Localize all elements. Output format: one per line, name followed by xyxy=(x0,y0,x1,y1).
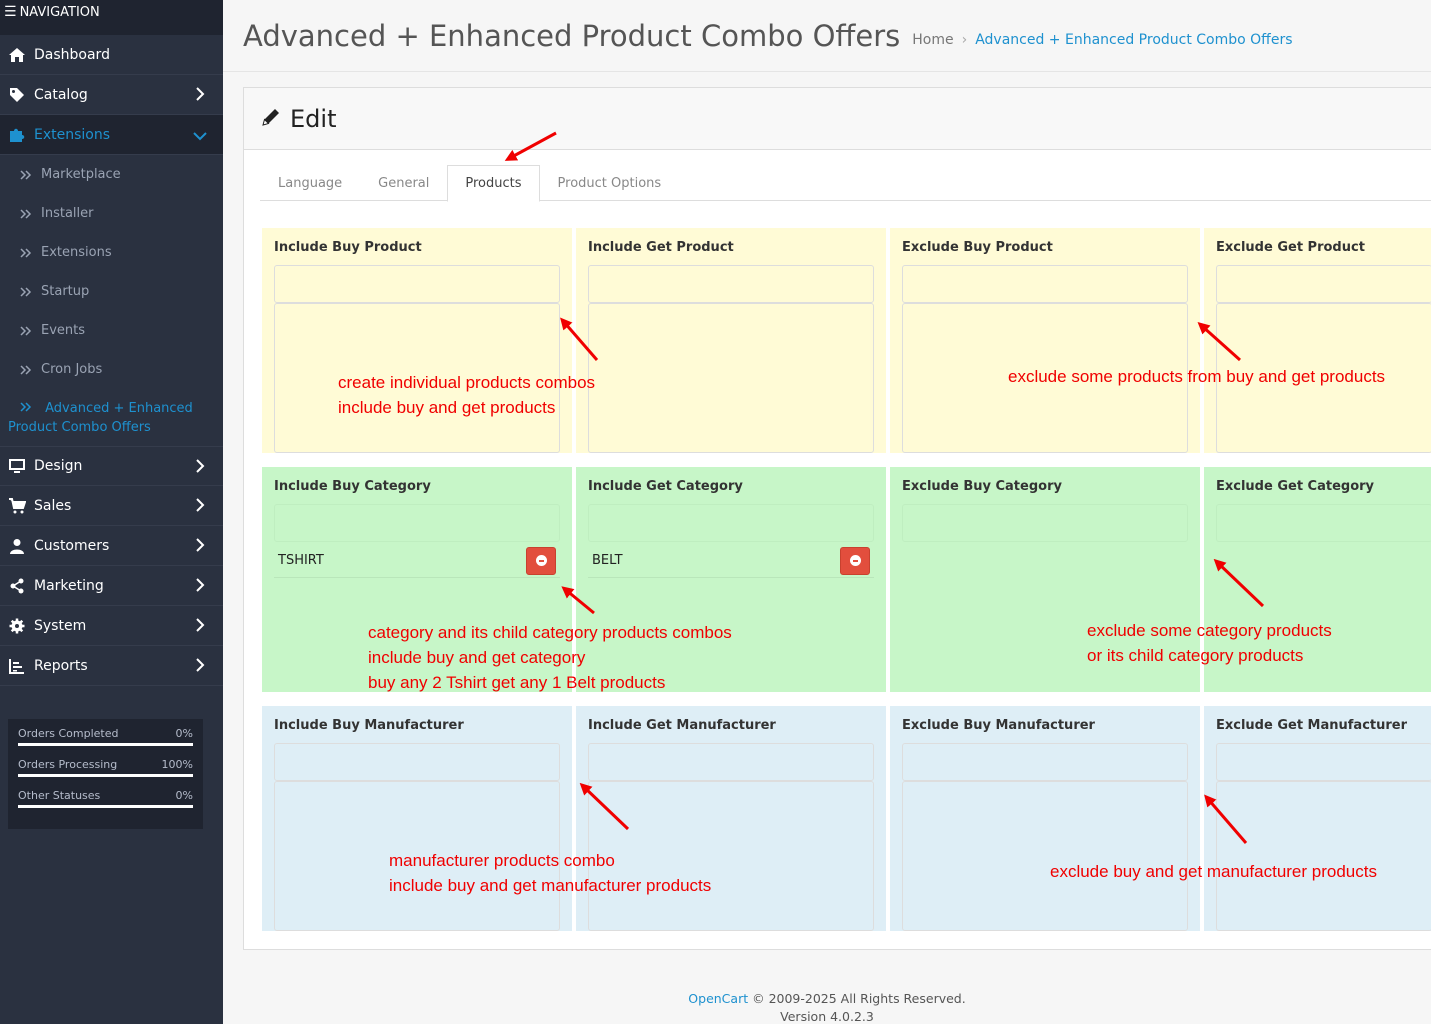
arrow-to-products-tab xyxy=(504,131,557,161)
arrow-to-include-category xyxy=(561,586,595,615)
arrow-to-exclude-manufacturer xyxy=(1204,794,1248,844)
arrow-to-include-manufacturer xyxy=(579,782,630,831)
arrow-group xyxy=(504,131,1265,844)
annotation-arrows xyxy=(504,131,1265,844)
arrow-to-exclude-category xyxy=(1213,558,1265,608)
arrow-to-include-product xyxy=(560,317,599,361)
arrow-to-exclude-product xyxy=(1197,321,1242,362)
